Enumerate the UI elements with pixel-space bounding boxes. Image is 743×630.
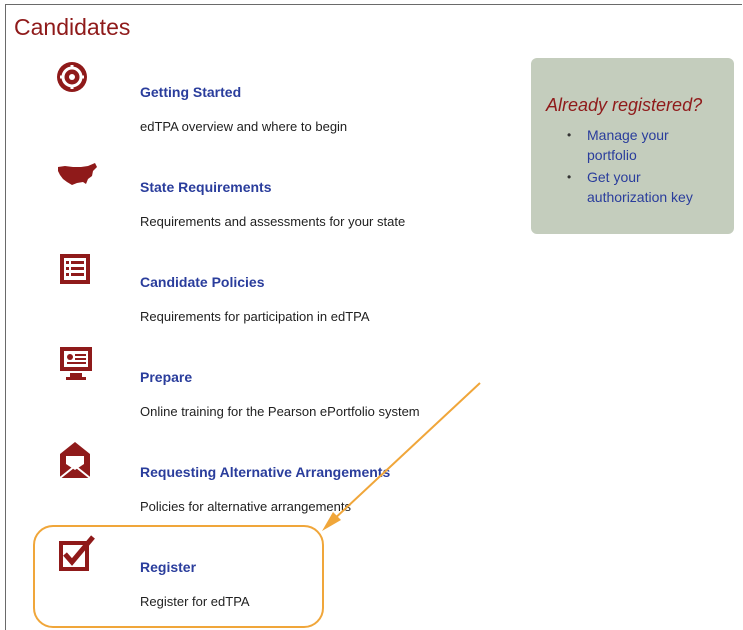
page-title: Candidates xyxy=(14,14,131,40)
authorization-key-link[interactable]: Get your authorization key xyxy=(567,167,693,207)
getting-started-description: edTPA overview and where to begin xyxy=(140,119,348,134)
list-document-icon xyxy=(55,250,99,294)
prepare-description: Online training for the Pearson ePortfol… xyxy=(140,404,420,419)
already-registered-box: Already registered? Manage your portfoli… xyxy=(531,58,734,234)
register-description: Register for edTPA xyxy=(140,594,250,609)
envelope-icon xyxy=(55,440,99,484)
manage-portfolio-link[interactable]: Manage your portfolio xyxy=(567,125,693,165)
alternative-arrangements-link[interactable]: Requesting Alternative Arrangements xyxy=(140,464,390,480)
nav-item-getting-started[interactable]: Getting Started edTPA overview and where… xyxy=(55,60,475,140)
nav-item-state-requirements[interactable]: State Requirements Requirements and asse… xyxy=(55,155,475,235)
candidate-policies-link[interactable]: Candidate Policies xyxy=(140,274,264,290)
gear-globe-icon xyxy=(55,60,99,104)
state-requirements-description: Requirements and assessments for your st… xyxy=(140,214,406,229)
nav-item-alternative-arrangements[interactable]: Requesting Alternative Arrangements Poli… xyxy=(55,440,475,520)
getting-started-link[interactable]: Getting Started xyxy=(140,84,241,100)
candidate-policies-description: Requirements for participation in edTPA xyxy=(140,309,370,324)
nav-item-register[interactable]: Register Register for edTPA xyxy=(55,535,475,615)
already-registered-links: Manage your portfolio Get your authoriza… xyxy=(567,125,693,209)
alternative-arrangements-description: Policies for alternative arrangements xyxy=(140,499,351,514)
checkbox-icon xyxy=(55,535,99,579)
already-registered-heading: Already registered? xyxy=(546,95,703,115)
state-requirements-link[interactable]: State Requirements xyxy=(140,179,271,195)
prepare-link[interactable]: Prepare xyxy=(140,369,192,385)
monitor-icon xyxy=(55,345,99,389)
nav-item-candidate-policies[interactable]: Candidate Policies Requirements for part… xyxy=(55,250,475,330)
usa-map-icon xyxy=(55,155,99,199)
register-link[interactable]: Register xyxy=(140,559,196,575)
nav-item-prepare[interactable]: Prepare Online training for the Pearson … xyxy=(55,345,475,425)
